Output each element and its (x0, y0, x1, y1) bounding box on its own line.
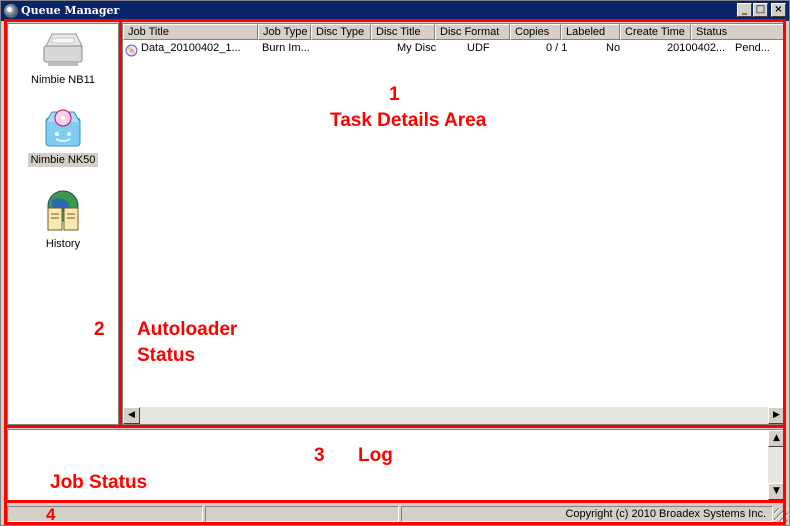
annotation-job-status-number: 4 (46, 505, 56, 524)
device-nimbie-nb11[interactable]: Nimbie NB11 (8, 28, 118, 87)
device-label: Nimbie NB11 (31, 74, 95, 86)
column-header-disc-title[interactable]: Disc Title (371, 24, 435, 40)
cell-create-time: 20100402... (667, 42, 726, 54)
scroll-down-button[interactable]: ▼ (768, 483, 785, 500)
cell-labeled: No (606, 42, 621, 54)
window-title: Queue Manager (21, 4, 120, 17)
printer-icon (43, 33, 83, 66)
horizontal-scrollbar[interactable]: ◀ ▶ (123, 407, 785, 424)
annotation-log-label: Log (358, 445, 393, 466)
column-header-disc-format[interactable]: Disc Format (435, 24, 510, 40)
column-header-labeled[interactable]: Labeled (561, 24, 620, 40)
task-details-list[interactable]: Job Title Job Type Disc Type Disc Title … (122, 23, 786, 425)
queue-manager-window: Queue Manager _ □ × Nimbie NB11 Nimbie N… (0, 0, 790, 526)
annotation-log-number: 3 (314, 445, 325, 466)
cell-disc-title: My Disc (397, 42, 437, 54)
column-header-copies[interactable]: Copies (510, 24, 561, 40)
annotation-autoloader-number: 2 (94, 319, 105, 340)
annotation-autoloader-line1: Autoloader (137, 319, 238, 340)
cell-status: Pend... (735, 42, 770, 54)
column-header-disc-type[interactable]: Disc Type (311, 24, 371, 40)
scroll-right-button[interactable]: ▶ (768, 407, 785, 424)
table-header: Job Title Job Type Disc Type Disc Title … (123, 24, 785, 40)
scroll-left-button[interactable]: ◀ (123, 407, 140, 424)
table-row[interactable]: Data_20100402_1... Burn Im... My Disc UD… (123, 41, 785, 57)
device-label: Nimbie NK50 (27, 153, 99, 167)
disc-drive-icon (45, 109, 81, 147)
cell-job-type: Burn Im... (262, 42, 310, 54)
copyright-text: Copyright (c) 2010 Broadex Systems Inc. (401, 506, 773, 522)
device-history[interactable]: History (8, 188, 118, 251)
close-button[interactable]: × (771, 3, 786, 17)
column-header-job-type[interactable]: Job Type (258, 24, 311, 40)
maximize-button[interactable]: □ (753, 3, 768, 17)
minimize-button[interactable]: _ (737, 3, 752, 17)
annotation-job-status-label: Job Status (50, 472, 148, 493)
status-bar: Copyright (c) 2010 Broadex Systems Inc. (3, 504, 788, 523)
app-disc-icon (4, 4, 18, 18)
history-book-icon (47, 190, 79, 231)
status-panel-1 (7, 506, 203, 522)
resize-grip-icon[interactable] (774, 508, 788, 522)
device-nimbie-nk50[interactable]: Nimbie NK50 (8, 108, 118, 167)
annotation-task-number: 1 (389, 84, 400, 105)
title-bar[interactable]: Queue Manager _ □ × (1, 1, 789, 21)
autoloader-panel: Nimbie NB11 Nimbie NK50 History (7, 23, 119, 425)
column-header-status[interactable]: Status (691, 24, 785, 40)
annotation-autoloader-line2: Status (137, 345, 196, 366)
device-label: History (45, 238, 81, 250)
vertical-scrollbar[interactable]: ▲ ▼ (768, 430, 785, 500)
cell-copies: 0 / 1 (546, 42, 568, 54)
cell-job-title: Data_20100402_1... (141, 42, 241, 54)
column-header-create-time[interactable]: Create Time (620, 24, 691, 40)
status-panel-2 (205, 506, 399, 522)
cell-disc-format: UDF (467, 42, 490, 54)
column-header-job-title[interactable]: Job Title (123, 24, 258, 40)
annotation-task-label: Task Details Area (330, 110, 487, 131)
scroll-up-button[interactable]: ▲ (768, 430, 785, 447)
